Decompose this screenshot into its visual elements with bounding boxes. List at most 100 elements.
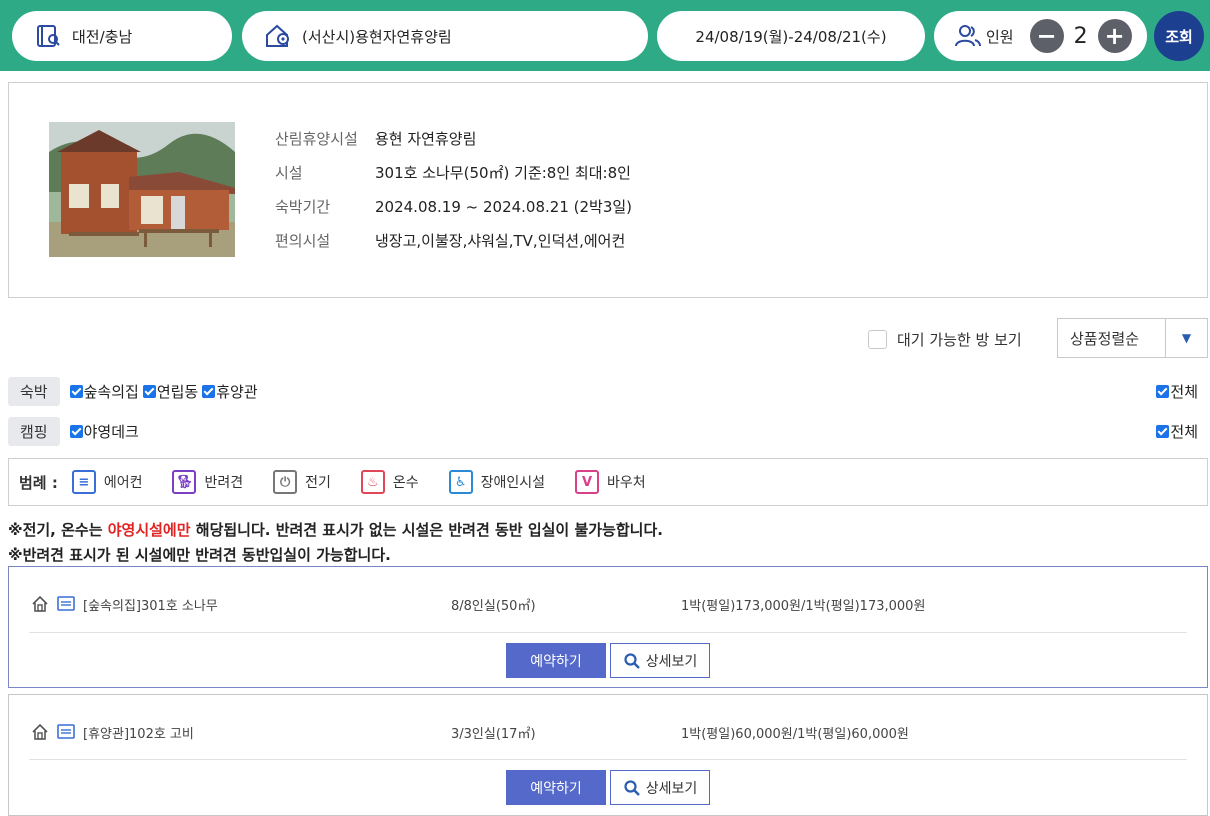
legend-item-aircon: ≡ 에어컨: [71, 470, 143, 494]
reserve-button[interactable]: 예약하기: [506, 770, 606, 805]
lodging-filter-tag: 숙박: [8, 376, 60, 406]
filter-checkbox-camping-all[interactable]: 전체: [1156, 421, 1198, 442]
people-label: 인원: [986, 27, 1014, 46]
waiting-label: 대기 가능한 방 보기: [897, 331, 1022, 349]
detail-label: 상세보기: [645, 780, 698, 797]
room-price: 1박(평일)173,000원/1박(평일)173,000원: [681, 598, 926, 614]
room-capacity: 3/3인실(17㎡): [451, 726, 536, 742]
legend-title: 범례 :: [19, 473, 58, 492]
aircon-icon: [57, 596, 75, 611]
legend-label: 온수: [392, 475, 419, 491]
decrease-people-button[interactable]: −: [1029, 19, 1064, 53]
room-name-cell: [숲속의집]301호 소나무: [31, 595, 451, 614]
room-card[interactable]: [휴양관]102호 고비 3/3인실(17㎡) 1박(평일)60,000원/1박…: [8, 694, 1208, 816]
facility-info-card: 산림휴양시설 용현 자연휴양림 시설 301호 소나무(50㎡) 기준:8인 최…: [8, 82, 1208, 298]
room-capacity: 8/8인실(50㎡): [451, 598, 536, 614]
checked-icon: [1156, 384, 1170, 398]
legend-item-voucher: V 바우처: [575, 470, 646, 494]
room-card[interactable]: [숲속의집]301호 소나무 8/8인실(50㎡) 1박(평일)173,000원…: [8, 566, 1208, 688]
detail-label: 상세보기: [645, 653, 698, 670]
people-icon: [955, 25, 981, 47]
reserve-button[interactable]: 예약하기: [506, 643, 606, 678]
legend-label: 에어컨: [103, 475, 143, 491]
lodging-filter-row: 숙박 숲속의집 연립동 휴양관 전체: [8, 376, 1208, 406]
people-count: 2: [1073, 23, 1088, 49]
filter-option-label: 연립동: [156, 382, 199, 401]
info-row-amenities: 편의시설 냉장고,이불장,샤워실,TV,인덕션,에어컨: [275, 223, 632, 257]
info-row-period: 숙박기간 2024.08.19 ~ 2024.08.21 (2박3일): [275, 189, 632, 223]
filter-checkbox-lodging-all[interactable]: 전체: [1156, 381, 1198, 402]
legend-label: 전기: [305, 475, 331, 491]
room-name-cell: [휴양관]102호 고비: [31, 723, 451, 742]
checked-icon: [69, 384, 83, 398]
filter-option-label: 휴양관: [216, 382, 258, 401]
info-row-room: 시설 301호 소나무(50㎡) 기준:8인 최대:8인: [275, 155, 632, 189]
filter-checkbox-forest-house[interactable]: 숲속의집: [69, 381, 139, 402]
checked-icon: [142, 384, 156, 398]
legend-label: 장애인시설: [480, 475, 546, 491]
camping-filter-tag: 캠핑: [8, 416, 60, 446]
detail-button[interactable]: 상세보기: [610, 770, 710, 805]
room-divider: [29, 759, 1187, 760]
room-name: [휴양관]102호 고비: [83, 726, 194, 742]
sort-select[interactable]: 상품정렬순 ▼: [1057, 318, 1208, 358]
room-price: 1박(평일)60,000원/1박(평일)60,000원: [681, 726, 909, 742]
increase-people-button[interactable]: +: [1097, 19, 1132, 53]
wheelchair-icon: ♿︎: [448, 470, 473, 494]
detail-button[interactable]: 상세보기: [610, 643, 710, 678]
legend: 범례 : ≡ 에어컨 🐕︎ 반려견 ⏻ 전기 ♨ 온수 ♿︎ 장애인시설 V 바…: [8, 458, 1208, 506]
notice-line-2: ※반려견 표시가 된 시설에만 반려견 동반입실이 가능합니다.: [8, 546, 391, 564]
info-label: 숙박기간: [275, 197, 331, 216]
facility-photo: [49, 122, 235, 257]
info-value: 301호 소나무(50㎡) 기준:8인 최대:8인: [375, 163, 631, 182]
camping-filter-row: 캠핑 야영데크 전체: [8, 416, 1208, 446]
room-divider: [29, 632, 1187, 633]
info-label: 산림휴양시설: [275, 129, 358, 148]
info-label: 시설: [275, 163, 303, 182]
voucher-icon: V: [575, 470, 600, 494]
hot-water-icon: ♨: [360, 470, 385, 494]
chevron-down-icon[interactable]: ▼: [1166, 331, 1207, 345]
aircon-icon: ≡: [71, 470, 96, 494]
notice-text: 해당됩니다. 반려견 표시가 없는 시설은 반려견 동반 입실이 불가능합니다.: [190, 521, 663, 539]
filter-checkbox-camp-deck[interactable]: 야영데크: [69, 421, 139, 442]
legend-item-hot-water: ♨ 온수: [360, 470, 419, 494]
date-range-text: 24/08/19(월)-24/08/21(수): [695, 27, 887, 46]
info-value: 냉장고,이불장,샤워실,TV,인덕션,에어컨: [375, 231, 626, 250]
filter-checkbox-row-house[interactable]: 연립동: [142, 381, 199, 402]
room-summary: [휴양관]102호 고비 3/3인실(17㎡) 1박(평일)60,000원/1박…: [31, 721, 1187, 743]
room-name: [숲속의집]301호 소나무: [83, 598, 218, 614]
region-text: 대전/충남: [72, 27, 133, 46]
dog-icon: 🐕︎: [172, 470, 197, 494]
place-selector[interactable]: (서산시)용현자연휴양림: [242, 11, 648, 61]
legend-label: 바우처: [607, 475, 646, 491]
notice-line-1: ※전기, 온수는 야영시설에만 해당됩니다. 반려견 표시가 없는 시설은 반려…: [8, 519, 663, 540]
search-bar: 대전/충남 (서산시)용현자연휴양림 24/08/19(월)-24/08/21(…: [0, 0, 1210, 71]
search-icon: [624, 652, 640, 669]
notice-text: ※전기, 온수는: [8, 521, 108, 539]
house-icon: [32, 723, 48, 740]
search-icon: [624, 779, 640, 796]
filter-option-label: 전체: [1170, 422, 1198, 441]
checked-icon: [1156, 424, 1170, 438]
people-selector: 인원 − 2 +: [934, 11, 1147, 61]
legend-item-accessible: ♿︎ 장애인시설: [448, 470, 546, 494]
plug-icon: ⏻: [273, 470, 298, 494]
date-range-selector[interactable]: 24/08/19(월)-24/08/21(수): [657, 11, 925, 61]
filter-option-label: 전체: [1170, 382, 1198, 401]
waiting-checkbox[interactable]: [868, 330, 887, 349]
legend-item-dog: 🐕︎ 반려견: [172, 470, 243, 494]
house-icon: [32, 595, 48, 612]
info-value: 용현 자연휴양림: [375, 129, 477, 148]
room-summary: [숲속의집]301호 소나무 8/8인실(50㎡) 1박(평일)173,000원…: [31, 593, 1187, 615]
home-pin-icon: [266, 24, 289, 47]
filter-checkbox-lodge[interactable]: 휴양관: [202, 381, 258, 402]
aircon-icon: [57, 724, 75, 739]
notice-highlight: 야영시설에만: [107, 521, 191, 539]
info-row-facility: 산림휴양시설 용현 자연휴양림: [275, 121, 632, 155]
sort-selected-value: 상품정렬순: [1058, 319, 1166, 357]
search-button[interactable]: 조회: [1154, 11, 1204, 61]
region-selector[interactable]: 대전/충남: [12, 11, 232, 61]
waiting-rooms-toggle[interactable]: 대기 가능한 방 보기: [868, 329, 1022, 350]
checked-icon: [202, 384, 216, 398]
